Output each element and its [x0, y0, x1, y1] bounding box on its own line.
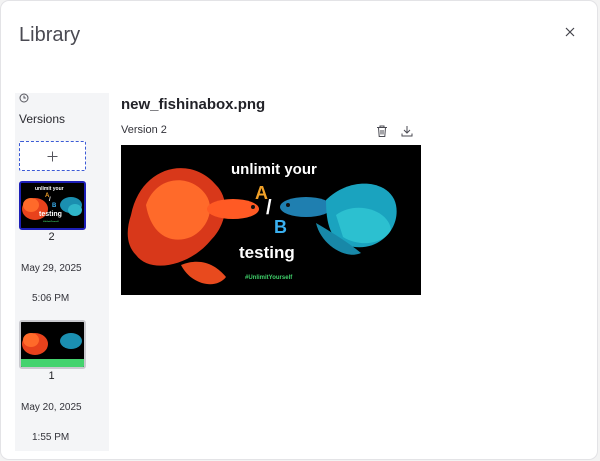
- download-button[interactable]: [400, 124, 416, 140]
- version-number: 2: [48, 231, 55, 243]
- version-date: May 20, 2025: [21, 402, 82, 413]
- versions-sidebar: Versions unlimit your A / B testing #Unl…: [15, 93, 109, 451]
- download-icon: [401, 126, 413, 137]
- thumb-slash: /: [49, 197, 51, 203]
- close-button[interactable]: [561, 23, 579, 41]
- thumb-hashtag: #UnlimitYourself: [43, 221, 59, 223]
- preview-headline: unlimit your: [231, 161, 317, 178]
- preview-slash: /: [266, 197, 272, 219]
- version-date: May 29, 2025: [21, 263, 82, 274]
- version-time: 5:06 PM: [32, 293, 70, 304]
- plus-icon: [47, 151, 58, 161]
- dialog-title: Library: [19, 24, 81, 46]
- preview-letter-b: B: [274, 217, 287, 237]
- version-time: 1:55 PM: [32, 432, 70, 443]
- preview-subheadline: testing: [239, 243, 295, 262]
- version-label: Version 2: [121, 124, 167, 136]
- clock-icon: [19, 93, 29, 103]
- library-dialog: Library Versions unlimit your A / B test…: [1, 1, 597, 459]
- versions-label: Versions: [19, 112, 66, 126]
- add-version-button[interactable]: [19, 141, 86, 171]
- version-thumbnail-2[interactable]: unlimit your A / B testing #UnlimitYours…: [19, 181, 86, 230]
- thumb-line1: unlimit your: [35, 186, 64, 192]
- thumb-b: B: [52, 203, 57, 209]
- version-thumbnail-1[interactable]: [19, 320, 86, 369]
- thumb-line2: testing: [39, 211, 62, 218]
- betta-fish-image: [21, 322, 84, 367]
- image-preview: unlimit your A / B testing #UnlimitYours…: [121, 145, 421, 295]
- version-number: 1: [48, 370, 55, 382]
- file-name: new_fishinabox.png: [121, 96, 266, 113]
- trash-icon: [377, 125, 387, 137]
- preview-hashtag: #UnlimitYourself: [245, 275, 293, 281]
- delete-button[interactable]: [375, 124, 391, 140]
- close-icon: [565, 27, 575, 37]
